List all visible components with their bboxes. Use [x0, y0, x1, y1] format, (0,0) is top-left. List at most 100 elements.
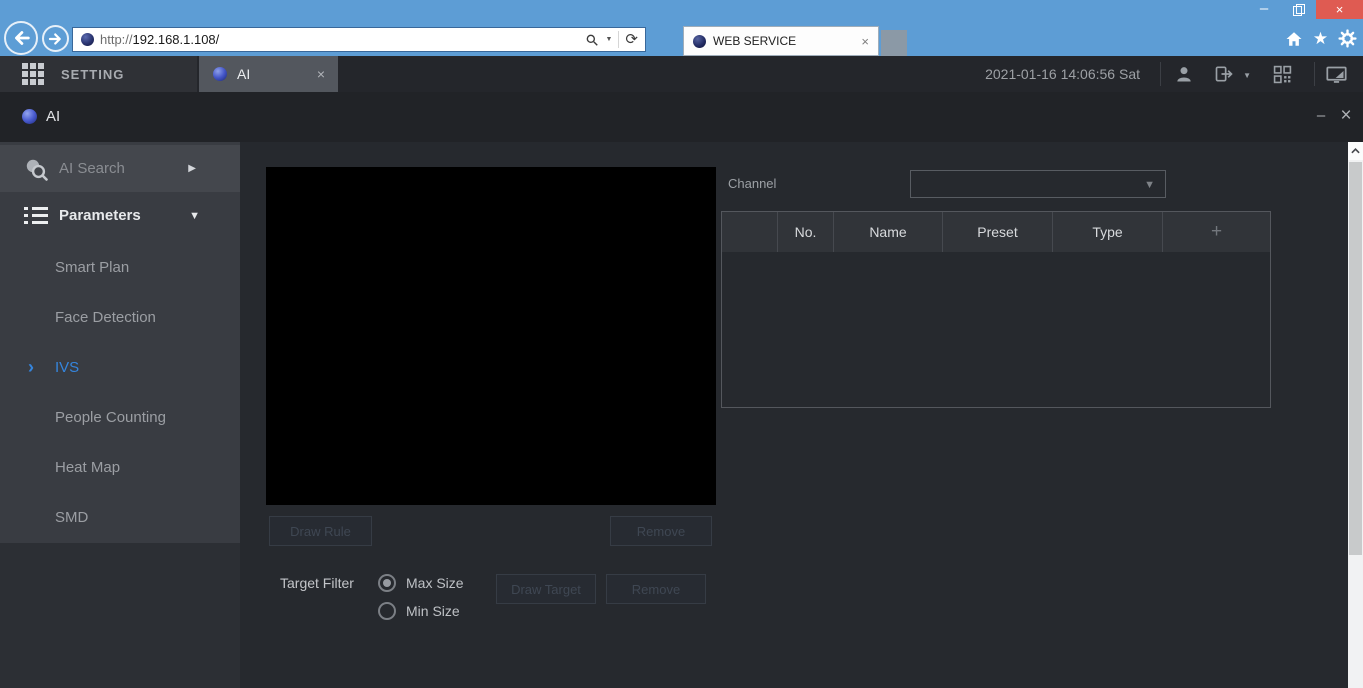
screen: – × http://192.168.1.108/ ▼ ⟳ WEB SERVIC… [0, 0, 1363, 688]
header-cell-no: No. [777, 212, 833, 252]
chevron-down-icon: ▼ [189, 209, 200, 222]
select-caret-icon: ▼ [1144, 179, 1155, 191]
header-cell-blank [722, 212, 777, 252]
list-icon [24, 204, 48, 228]
app-top-bar: SETTING AI × 2021-01-16 14:06:56 Sat ▼ [0, 56, 1363, 92]
header-cell-name: Name [833, 212, 942, 252]
sidebar-item-smart-plan[interactable]: › Smart Plan [0, 242, 240, 292]
forward-arrow-icon [48, 32, 61, 45]
radio-label: Min Size [406, 603, 460, 619]
address-url[interactable]: http://192.168.1.108/ [100, 32, 585, 47]
sidebar-item-heat-map[interactable]: › Heat Map [0, 442, 240, 492]
ai-tab-globe-icon [213, 67, 227, 81]
ai-window-title: AI [46, 108, 61, 125]
back-button[interactable] [4, 21, 38, 55]
rule-table: No. Name Preset Type + [721, 211, 1271, 408]
sidebar-item-label: Face Detection [55, 308, 156, 326]
sidebar-item-people-counting[interactable]: › People Counting [0, 392, 240, 442]
home-button[interactable] [1284, 29, 1303, 48]
video-preview[interactable] [266, 167, 716, 505]
address-bar[interactable]: http://192.168.1.108/ ▼ ⟳ [72, 27, 646, 52]
target-filter-label: Target Filter [280, 575, 354, 591]
site-favicon-globe-icon [81, 33, 94, 46]
rule-table-header: No. Name Preset Type + [722, 212, 1270, 252]
remove-target-button[interactable]: Remove [606, 574, 706, 604]
address-tools: ▼ ⟳ [585, 31, 645, 48]
logout-caret-icon[interactable]: ▼ [1243, 71, 1251, 80]
sidebar-item-label: Parameters [59, 207, 141, 224]
browser-toolbar-icons: ★ [1284, 29, 1357, 48]
grid-menu-icon [22, 63, 44, 85]
tab-close-icon[interactable]: × [861, 34, 878, 49]
ai-search-icon [24, 157, 48, 181]
max-size-radio[interactable] [378, 574, 396, 592]
scrollbar[interactable] [1348, 142, 1363, 688]
sidebar-item-label: People Counting [55, 408, 166, 426]
logout-button[interactable] [1213, 63, 1235, 85]
sidebar-item-label: Heat Map [55, 458, 121, 476]
main-content: Channel ▼ No. Name Preset Type + Draw Ru… [240, 142, 1348, 688]
tab-title: WEB SERVICE [713, 34, 797, 48]
scrollbar-thumb[interactable] [1349, 162, 1362, 555]
monitor-icon [1325, 66, 1347, 83]
radio-label: Max Size [406, 575, 464, 591]
forward-button[interactable] [42, 25, 69, 52]
app-tab-close-icon[interactable]: × [317, 66, 338, 82]
browser-chrome: – × http://192.168.1.108/ ▼ ⟳ WEB SERVIC… [0, 0, 1363, 56]
qr-code-icon [1273, 65, 1291, 83]
new-tab-button[interactable] [881, 30, 907, 56]
ai-window-titlebar: AI – × [0, 92, 1363, 142]
sidebar-item-face-detection[interactable]: › Face Detection [0, 292, 240, 342]
sidebar-item-label: Smart Plan [55, 258, 130, 276]
header-cell-preset: Preset [942, 212, 1052, 252]
tab-favicon-globe-icon [693, 34, 706, 48]
divider [1160, 62, 1161, 86]
sidebar-item-ivs[interactable]: › IVS [0, 342, 240, 392]
search-caret-icon[interactable]: ▼ [605, 36, 612, 43]
person-icon [1177, 67, 1191, 82]
sidebar-item-label: AI Search [59, 160, 125, 177]
add-rule-button[interactable]: + [1162, 212, 1270, 252]
min-size-radio-row: Min Size [378, 602, 460, 620]
draw-rule-button[interactable]: Draw Rule [269, 516, 372, 546]
gear-icon [1338, 29, 1357, 48]
search-icon[interactable] [585, 33, 599, 47]
ai-window-minimize-button[interactable]: – [1313, 102, 1329, 130]
sidebar-item-smd[interactable]: › SMD [0, 492, 240, 542]
sidebar-item-label: IVS [55, 358, 80, 376]
qr-code-button[interactable] [1271, 63, 1293, 85]
channel-label: Channel [728, 176, 777, 191]
sidebar-item-ai-search[interactable]: AI Search ▶ [0, 145, 240, 192]
sidebar-item-label: SMD [55, 508, 89, 526]
remove-rule-button[interactable]: Remove [610, 516, 712, 546]
header-cell-type: Type [1052, 212, 1162, 252]
favorites-button[interactable]: ★ [1311, 29, 1330, 48]
user-account-button[interactable] [1173, 63, 1195, 85]
home-icon [1286, 31, 1301, 46]
refresh-icon[interactable]: ⟳ [625, 32, 638, 47]
scrollbar-up-button[interactable] [1348, 142, 1363, 160]
url-protocol: http:// [100, 32, 133, 47]
browser-minimize-button[interactable]: – [1251, 1, 1277, 20]
browser-restore-button[interactable] [1285, 4, 1311, 20]
sidebar-item-parameters[interactable]: Parameters ▼ [0, 192, 240, 239]
divider [1314, 62, 1315, 86]
browser-close-button[interactable]: × [1316, 0, 1363, 19]
divider [618, 31, 620, 48]
back-arrow-icon [15, 31, 30, 45]
chevron-up-icon [1351, 148, 1360, 154]
min-size-radio[interactable] [378, 602, 396, 620]
settings-button[interactable] [1338, 29, 1357, 48]
ai-window-globe-icon [22, 109, 37, 124]
app-tab-ai[interactable]: AI × [199, 56, 338, 92]
active-arrow-icon: › [28, 357, 34, 377]
ai-window-close-button[interactable]: × [1337, 102, 1355, 130]
browser-tab-web-service[interactable]: WEB SERVICE × [683, 26, 879, 56]
max-size-radio-row: Max Size [378, 574, 464, 592]
setting-label: SETTING [61, 66, 125, 82]
draw-target-button[interactable]: Draw Target [496, 574, 596, 604]
chevron-right-icon: ▶ [188, 163, 196, 174]
channel-select[interactable]: ▼ [910, 170, 1166, 198]
display-mode-button[interactable] [1325, 63, 1347, 85]
main-menu-button[interactable]: SETTING [0, 56, 197, 92]
